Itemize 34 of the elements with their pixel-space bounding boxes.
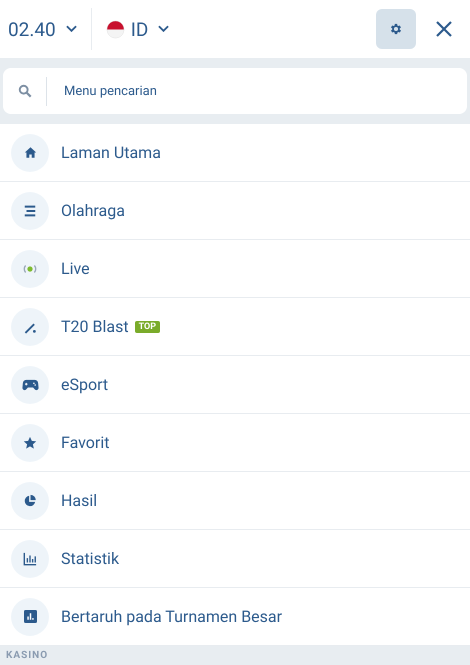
menu-label: Hasil — [61, 491, 98, 510]
menu-item[interactable]: Statistik — [0, 530, 470, 588]
menu-label: Bertaruh pada Turnamen Besar — [61, 607, 282, 626]
menu-item[interactable]: Favorit — [0, 414, 470, 472]
menu-label: Live — [61, 259, 90, 278]
chevron-down-icon — [66, 25, 77, 33]
menu-item[interactable]: Olahraga — [0, 182, 470, 240]
search-icon — [18, 84, 32, 98]
language-dropdown[interactable]: ID — [106, 18, 170, 40]
settings-button[interactable] — [376, 9, 416, 49]
menu-item[interactable]: T20 Blast TOP — [0, 298, 470, 356]
chevron-down-icon — [158, 25, 170, 33]
menu-item[interactable]: Hasil — [0, 472, 470, 530]
home-icon — [11, 134, 49, 172]
settings-icon — [389, 22, 403, 36]
cricket-icon — [11, 308, 49, 346]
esport-icon — [11, 366, 49, 404]
menu-item[interactable]: eSport — [0, 356, 470, 414]
menu-label: Olahraga — [61, 201, 125, 220]
menu-label: T20 Blast — [61, 317, 129, 336]
flag-icon — [106, 20, 125, 38]
menu-label: eSport — [61, 375, 108, 394]
top-badge: TOP — [134, 320, 160, 332]
time-dropdown[interactable]: 02.40 — [8, 18, 77, 40]
section-heading: KASINO — [6, 650, 48, 661]
menu-label: Favorit — [61, 433, 110, 452]
close-icon — [434, 19, 454, 39]
menu-label: Laman Utama — [61, 143, 161, 162]
menu-item[interactable]: Laman Utama — [0, 124, 470, 182]
live-icon — [11, 250, 49, 288]
stats-icon — [11, 540, 49, 578]
menu-item[interactable]: Live — [0, 240, 470, 298]
search-field[interactable]: Menu pencarian — [3, 68, 467, 114]
menu-label: Statistik — [61, 549, 120, 568]
